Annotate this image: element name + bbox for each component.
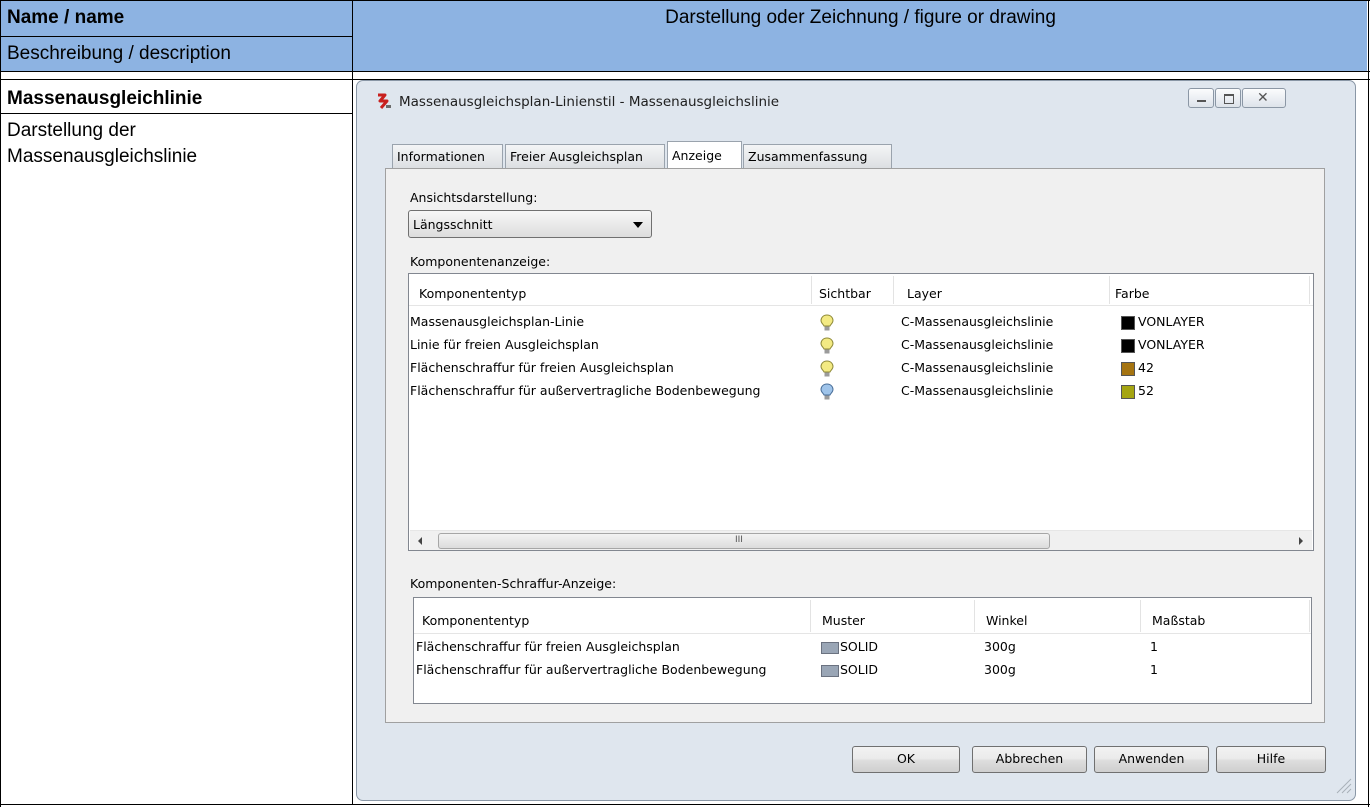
lightbulb-on-icon[interactable]: [820, 337, 834, 355]
lightbulb-on-icon[interactable]: [820, 314, 834, 332]
minimize-icon: [1197, 100, 1206, 102]
header-description-label: Beschreibung / description: [7, 43, 231, 64]
hatch-label: Komponenten-Schraffur-Anzeige:: [410, 576, 617, 591]
component-row-layer: C-Massenausgleichslinie: [901, 337, 1054, 352]
help-button[interactable]: Hilfe: [1216, 746, 1326, 773]
column-separator: [1309, 276, 1310, 304]
hatch-row-pattern[interactable]: SOLID: [840, 639, 878, 654]
item-name: Massenausgleichlinie: [7, 88, 203, 109]
horizontal-scrollbar[interactable]: III: [410, 530, 1312, 550]
table-border-header-bottom: [0, 71, 1370, 72]
cancel-button[interactable]: Abbrechen: [972, 746, 1087, 773]
resize-grip-icon[interactable]: [1334, 776, 1352, 794]
component-row-type[interactable]: Flächenschraffur für freien Ausgleichspl…: [410, 360, 674, 375]
component-row-color[interactable]: 52: [1138, 383, 1154, 398]
column-header-komponententyp[interactable]: Komponententyp: [422, 613, 529, 628]
column-separator: [810, 600, 811, 632]
hatch-row-angle[interactable]: 300g: [984, 639, 1016, 654]
column-separator: [1109, 276, 1110, 304]
column-header-komponententyp[interactable]: Komponententyp: [419, 286, 526, 301]
column-separator: [1309, 600, 1310, 632]
dropdown-arrow-icon: [633, 222, 643, 228]
view-select[interactable]: Längsschnitt: [408, 210, 652, 238]
hatch-pattern-swatch: [821, 665, 839, 677]
dialog-title: Massenausgleichsplan-Linienstil - Massen…: [399, 94, 780, 110]
table-border-top: [0, 0, 1370, 1]
hatch-list: Komponententyp Muster Winkel Maßstab Flä…: [413, 597, 1312, 704]
scrollbar-thumb[interactable]: III: [438, 533, 1050, 549]
color-swatch: [1121, 316, 1135, 330]
scrollbar-grip: III: [735, 535, 743, 545]
component-row-layer: C-Massenausgleichslinie: [901, 383, 1054, 398]
hatch-row-pattern[interactable]: SOLID: [840, 662, 878, 677]
tab-zusammenfassung[interactable]: Zusammenfassung: [743, 144, 892, 168]
header-name-label: Name / name: [7, 7, 125, 28]
column-separator: [1140, 600, 1141, 632]
ok-button[interactable]: OK: [852, 746, 960, 773]
lightbulb-off-icon[interactable]: [820, 383, 834, 401]
table-border-right: [1368, 0, 1369, 807]
column-header-sichtbar[interactable]: Sichtbar: [819, 286, 871, 301]
column-header-farbe[interactable]: Farbe: [1115, 286, 1149, 301]
hatch-row-scale[interactable]: 1: [1150, 662, 1158, 677]
color-swatch: [1121, 362, 1135, 376]
component-row-color[interactable]: VONLAYER: [1138, 314, 1205, 329]
hatch-row-type[interactable]: Flächenschraffur für außervertragliche B…: [416, 662, 767, 677]
hatch-row-type[interactable]: Flächenschraffur für freien Ausgleichspl…: [416, 639, 680, 654]
app-icon: [375, 92, 393, 110]
tab-anzeige[interactable]: Anzeige: [667, 141, 742, 169]
apply-button[interactable]: Anwenden: [1094, 746, 1209, 773]
scroll-right-icon[interactable]: [1294, 534, 1308, 548]
column-separator: [811, 276, 812, 304]
header-figure-label: Darstellung oder Zeichnung / figure or d…: [665, 7, 1056, 28]
component-row-color[interactable]: 42: [1138, 360, 1154, 375]
scroll-left-icon[interactable]: [414, 534, 428, 548]
tab-freier-ausgleichsplan[interactable]: Freier Ausgleichsplan: [505, 144, 665, 168]
component-row-color[interactable]: VONLAYER: [1138, 337, 1205, 352]
item-description: Darstellung der Massenausgleichslinie: [7, 120, 198, 167]
hatch-row-angle[interactable]: 300g: [984, 662, 1016, 677]
table-border-divider: [352, 0, 353, 805]
component-row-type[interactable]: Flächenschraffur für außervertragliche B…: [410, 383, 761, 398]
table-border-header-left-mid: [0, 36, 352, 37]
column-header-muster[interactable]: Muster: [822, 613, 865, 628]
maximize-icon: [1224, 94, 1234, 104]
column-header-winkel[interactable]: Winkel: [986, 613, 1027, 628]
table-border-bottom: [0, 804, 1370, 805]
close-icon: ✕: [1257, 90, 1269, 106]
minimize-button[interactable]: [1188, 88, 1214, 108]
view-select-value: Längsschnitt: [413, 217, 493, 232]
hatch-row-scale[interactable]: 1: [1150, 639, 1158, 654]
column-separator: [974, 600, 975, 632]
hatch-pattern-swatch: [821, 642, 839, 654]
table-border-left: [0, 0, 1, 807]
maximize-button[interactable]: [1215, 88, 1241, 108]
table-border-name-bottom: [0, 113, 352, 114]
view-label: Ansichtsdarstellung:: [410, 190, 538, 205]
column-header-massstab[interactable]: Maßstab: [1152, 613, 1205, 628]
color-swatch: [1121, 339, 1135, 353]
tab-informationen[interactable]: Informationen: [392, 144, 503, 168]
close-button[interactable]: ✕: [1242, 88, 1286, 108]
color-swatch: [1121, 385, 1135, 399]
component-row-layer: C-Massenausgleichslinie: [901, 314, 1054, 329]
component-row-type[interactable]: Linie für freien Ausgleichsplan: [410, 337, 599, 352]
component-row-layer: C-Massenausgleichslinie: [901, 360, 1054, 375]
components-label: Komponentenanzeige:: [410, 254, 551, 269]
column-header-layer[interactable]: Layer: [907, 286, 942, 301]
components-list: Komponententyp Sichtbar Layer Farbe Mass…: [408, 273, 1314, 551]
lightbulb-on-icon[interactable]: [820, 360, 834, 378]
component-row-type[interactable]: Massenausgleichsplan-Linie: [410, 314, 584, 329]
column-separator: [893, 276, 894, 304]
